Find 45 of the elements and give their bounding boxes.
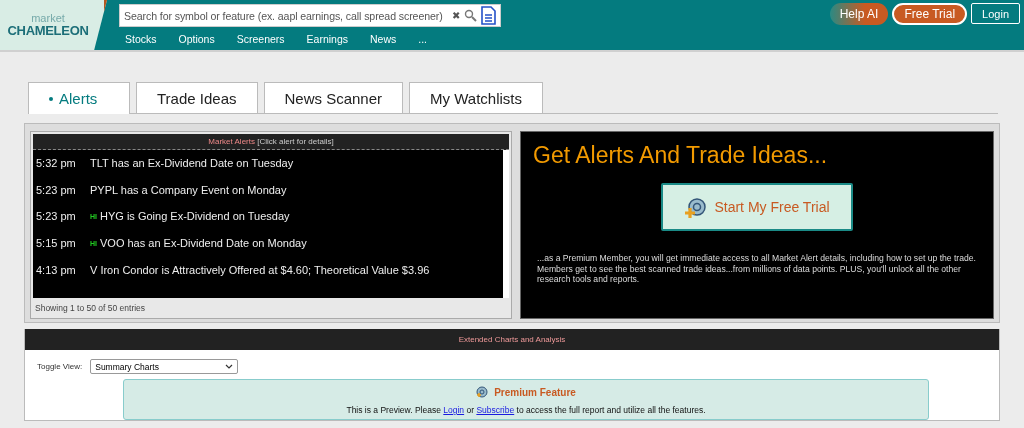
nav-link[interactable]: News [368, 31, 407, 47]
nav-link[interactable]: Earnings [304, 31, 358, 47]
logo-banner[interactable]: market CHAMELEON [0, 0, 107, 50]
login-link[interactable]: Login [443, 405, 465, 415]
nav-link[interactable]: ... [416, 31, 438, 47]
alert-link[interactable]: HYG is Going Ex-Dividend on Tuesday [100, 210, 290, 223]
plus-icon [684, 195, 707, 219]
list-hint: [Click alert for details] [257, 137, 334, 146]
search-field[interactable]: Search for symbol or feature (ex. aapl earnings, call spread screener) ✖ [119, 4, 501, 27]
alert-link[interactable]: V Iron Condor is Attractively Offered at $4.60; Theoretical Value $3.96 [90, 263, 430, 276]
login-button[interactable]: Login [971, 3, 1020, 24]
preview-text: This is a Preview. Please Login or Subscribe to access the full report and utilize all the features. [345, 405, 707, 415]
alert-time: 5:32 pm [36, 157, 77, 170]
alert-time: 5:23 pm [36, 183, 77, 196]
trial-button[interactable]: Free Trial [892, 3, 968, 25]
alert-link[interactable]: TLT has an Ex-Dividend Date on Tuesday [90, 157, 294, 170]
alert-time: 4:13 pm [36, 263, 77, 276]
search-icon [464, 9, 477, 22]
clear-icon[interactable]: ✖ [452, 10, 460, 21]
view-dropdown[interactable]: Summary Charts [90, 359, 239, 374]
document-icon [481, 6, 496, 25]
trial-button[interactable]: Start My Free Trial [661, 183, 853, 231]
promo-text: ...as a Premium Member, you will get immediate access to all Market Alert details, including how to set up the trade. Members get to see the best scanned trade ideas...from millions of data points. PLUS, you'll unlock all the other research tools and reports. [537, 253, 977, 286]
tab[interactable]: Trade Ideas [136, 82, 258, 113]
logo-text: market [31, 12, 65, 23]
alert-time: 5:15 pm [36, 237, 77, 250]
promo-heading: Get Alerts And Trade Ideas... [533, 142, 829, 169]
alert-link[interactable]: VOO has an Ex-Dividend Date on Monday [100, 237, 307, 250]
nav-link[interactable]: Options [176, 31, 225, 47]
help-button[interactable]: Help AI [829, 3, 889, 25]
entries-count: Showing 1 to 50 of 50 entries [34, 302, 147, 315]
list-title: Market Alerts [208, 137, 255, 146]
toggle-label: Toggle View: [37, 362, 83, 371]
tab[interactable]: News Scanner [263, 82, 404, 113]
nav-link[interactable]: Screeners [234, 31, 295, 47]
nav-link[interactable]: Stocks [123, 31, 167, 47]
section-header: Extended Charts and Analysis [25, 329, 999, 350]
premium-title: Premium Feature [494, 386, 576, 398]
tab[interactable]: My Watchlists [409, 82, 543, 113]
logo-wordmark: CHAMELEON [7, 22, 89, 38]
alert-link[interactable]: PYPL has a Company Event on Monday [90, 183, 287, 196]
subscribe-link[interactable]: Subscribe [476, 405, 515, 415]
caret-icon [225, 364, 234, 369]
tab[interactable]: Alerts [28, 82, 130, 114]
alert-time: 5:23 pm [36, 210, 77, 223]
